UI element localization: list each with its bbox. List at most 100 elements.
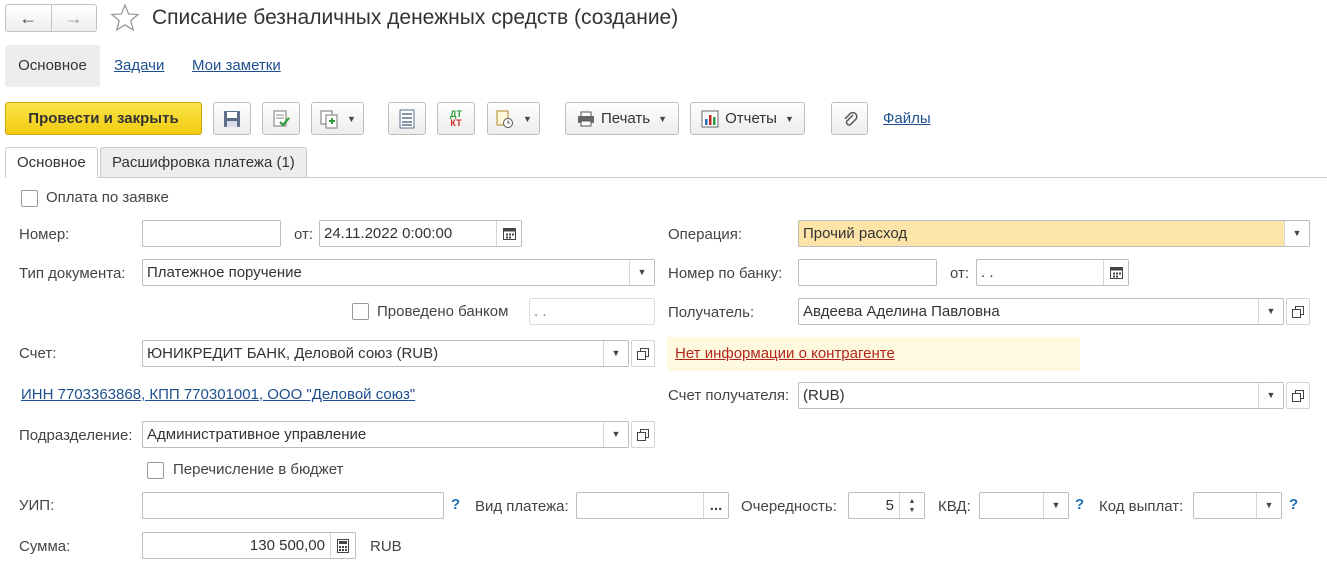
reports-button[interactable]: Отчеты ▼ xyxy=(690,102,805,135)
payout-code-help-icon[interactable]: ? xyxy=(1289,496,1298,513)
nav-tab-notes[interactable]: Мои заметки xyxy=(192,45,281,87)
chevron-down-icon[interactable]: ▼ xyxy=(629,260,654,285)
back-button[interactable]: ← xyxy=(6,5,51,31)
priority-label: Очередность: xyxy=(741,498,837,515)
dt-kt-button[interactable]: ДТ КТ xyxy=(437,102,475,135)
bank-number-label: Номер по банку: xyxy=(668,265,783,282)
budget-transfer-label: Перечисление в бюджет xyxy=(173,461,344,478)
priority-stepper[interactable]: 5 ▲ ▼ xyxy=(848,492,925,519)
bank-posted-checkbox[interactable] xyxy=(352,303,369,320)
chevron-down-icon[interactable]: ▼ xyxy=(603,422,628,447)
save-button[interactable] xyxy=(213,102,251,135)
stepper-arrows[interactable]: ▲ ▼ xyxy=(899,493,924,518)
kvd-label: КВД: xyxy=(938,498,971,515)
nav-tab-main[interactable]: Основное xyxy=(5,45,100,87)
bank-date-label: от: xyxy=(950,265,970,282)
reports-icon xyxy=(701,110,719,127)
amount-value: 130 500,00 xyxy=(249,537,325,554)
no-counterparty-info-link[interactable]: Нет информации о контрагенте xyxy=(675,345,895,362)
account-value: ЮНИКРЕДИТ БАНК, Деловой союз (RUB) xyxy=(147,345,439,362)
operation-select[interactable]: Прочий расход ▼ xyxy=(798,220,1310,247)
division-select[interactable]: Административное управление ▼ xyxy=(142,421,629,448)
recipient-account-value: (RUB) xyxy=(803,387,845,404)
recipient-label: Получатель: xyxy=(668,304,755,321)
number-label: Номер: xyxy=(19,226,70,243)
print-button-label: Печать xyxy=(600,110,651,127)
reports-button-label: Отчеты xyxy=(725,110,777,127)
open-recipient-account-button[interactable] xyxy=(1286,382,1310,409)
chevron-down-icon: ▼ xyxy=(784,113,794,124)
chevron-down-icon[interactable]: ▼ xyxy=(909,506,916,515)
tab-main[interactable]: Основное xyxy=(5,147,98,178)
by-request-checkbox[interactable] xyxy=(21,190,38,207)
budget-transfer-checkbox[interactable] xyxy=(147,462,164,479)
calendar-button[interactable] xyxy=(496,221,521,246)
open-division-button[interactable] xyxy=(631,421,655,448)
tab-payment-details[interactable]: Расшифровка платежа (1) xyxy=(100,147,307,178)
bank-date-input[interactable]: . . xyxy=(976,259,1129,286)
files-link[interactable]: Файлы xyxy=(883,110,931,127)
floppy-disk-icon xyxy=(224,110,240,127)
chevron-down-icon[interactable]: ▼ xyxy=(1258,299,1283,324)
doc-type-label: Тип документа: xyxy=(19,265,126,282)
select-ellipsis-button[interactable]: ... xyxy=(703,493,728,518)
create-based-on-button[interactable]: ▼ xyxy=(311,102,364,135)
paperclip-icon xyxy=(843,111,857,126)
amount-input[interactable]: 130 500,00 xyxy=(142,532,356,559)
open-form-icon xyxy=(637,428,649,441)
kvd-select[interactable]: ▼ xyxy=(979,492,1069,519)
bank-posted-label: Проведено банком xyxy=(377,303,509,320)
doc-type-select[interactable]: Платежное поручение ▼ xyxy=(142,259,655,286)
payout-code-label: Код выплат: xyxy=(1099,498,1184,515)
division-label: Подразделение: xyxy=(19,427,133,444)
open-account-button[interactable] xyxy=(631,340,655,367)
post-and-close-button[interactable]: Провести и закрыть xyxy=(5,102,202,135)
forward-button[interactable]: → xyxy=(50,5,97,31)
currency-label: RUB xyxy=(370,538,402,555)
payout-code-select[interactable]: ▼ xyxy=(1193,492,1282,519)
uip-help-icon[interactable]: ? xyxy=(451,496,460,513)
chevron-down-icon[interactable]: ▼ xyxy=(1256,493,1281,518)
debit-credit-icon-kt: КТ xyxy=(450,117,462,128)
bank-number-input[interactable] xyxy=(798,259,937,286)
chevron-down-icon[interactable]: ▼ xyxy=(1284,221,1309,246)
history-nav: ← → xyxy=(5,4,97,32)
nav-tab-tasks[interactable]: Задачи xyxy=(114,45,164,87)
recipient-select[interactable]: Авдеева Аделина Павловна ▼ xyxy=(798,298,1284,325)
list-icon xyxy=(399,109,415,128)
chevron-down-icon[interactable]: ▼ xyxy=(1043,493,1068,518)
star-outline-icon[interactable] xyxy=(110,3,140,33)
operation-value: Прочий расход xyxy=(803,225,908,242)
organization-link[interactable]: ИНН 7703363868, КПП 770301001, ООО "Дело… xyxy=(21,386,415,403)
open-form-icon xyxy=(1292,389,1304,402)
date-label: от: xyxy=(294,226,314,243)
date-input[interactable]: 24.11.2022 0:00:00 xyxy=(319,220,522,247)
create-based-on-icon xyxy=(320,110,338,128)
arrow-left-icon: ← xyxy=(19,7,38,28)
related-documents-button[interactable]: ▼ xyxy=(487,102,540,135)
uip-input[interactable] xyxy=(142,492,444,519)
calendar-icon xyxy=(1109,267,1123,279)
calculator-button[interactable] xyxy=(330,533,355,558)
open-recipient-button[interactable] xyxy=(1286,298,1310,325)
account-select[interactable]: ЮНИКРЕДИТ БАНК, Деловой союз (RUB) ▼ xyxy=(142,340,629,367)
payment-kind-input[interactable]: ... xyxy=(576,492,729,519)
kvd-help-icon[interactable]: ? xyxy=(1075,496,1084,513)
recipient-account-label: Счет получателя: xyxy=(668,387,790,404)
chevron-up-icon[interactable]: ▲ xyxy=(909,497,916,506)
print-button[interactable]: Печать ▼ xyxy=(565,102,679,135)
number-input[interactable] xyxy=(142,220,281,247)
journal-button[interactable] xyxy=(388,102,426,135)
post-button[interactable] xyxy=(262,102,300,135)
chevron-down-icon[interactable]: ▼ xyxy=(603,341,628,366)
date-value: 24.11.2022 0:00:00 xyxy=(324,225,453,242)
related-documents-icon xyxy=(496,110,514,128)
uip-label: УИП: xyxy=(19,497,55,514)
window-title: Списание безналичных денежных средств (с… xyxy=(152,6,679,29)
chevron-down-icon[interactable]: ▼ xyxy=(1258,383,1283,408)
open-form-icon xyxy=(1292,305,1304,318)
priority-value: 5 xyxy=(885,497,894,514)
attach-button[interactable] xyxy=(831,102,868,135)
recipient-account-select[interactable]: (RUB) ▼ xyxy=(798,382,1284,409)
calendar-button[interactable] xyxy=(1103,260,1128,285)
